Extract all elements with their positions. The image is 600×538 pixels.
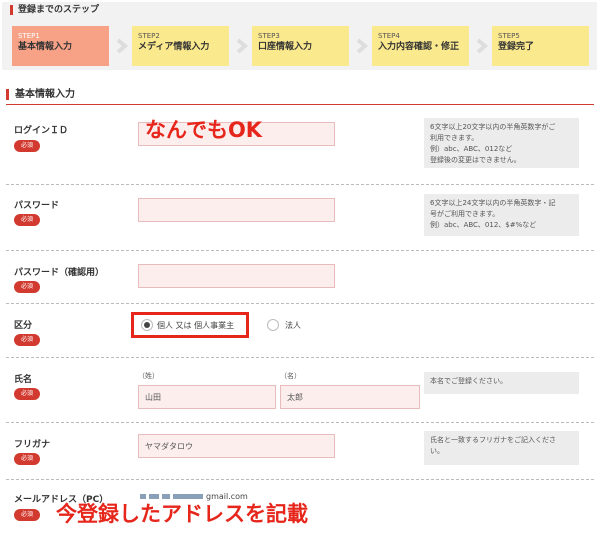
last-name-sublabel: （姓） xyxy=(138,372,159,380)
help-line: 例）abc、ABC、012、$#%など xyxy=(430,221,537,229)
required-badge: 必須 xyxy=(14,453,40,465)
password-label: パスワード xyxy=(14,201,60,211)
row-divider xyxy=(6,303,594,304)
required-badge: 必須 xyxy=(14,388,40,400)
steps-title: 登録までのステップ xyxy=(10,5,99,15)
section-divider xyxy=(6,104,594,105)
help-line: 登録後の変更はできません。 xyxy=(430,156,521,164)
password-input[interactable] xyxy=(138,198,335,222)
furigana-help: 氏名と一致するフリガナをご記入くださ い。 xyxy=(424,431,579,465)
required-badge: 必須 xyxy=(14,281,40,293)
name-label: 氏名 xyxy=(14,375,33,385)
password-help: 6文字以上24文字以内の半角英数字・記 号がご利用できます。 例）abc、ABC… xyxy=(424,194,579,236)
step-4-label: 入力内容確認・修正 xyxy=(378,42,460,52)
radio-corporation-label[interactable]: 法人 xyxy=(285,320,301,331)
step-2-num: STEP2 xyxy=(138,32,160,40)
row-divider xyxy=(6,422,594,423)
help-line: 利用できます。 xyxy=(430,134,479,142)
step-3: STEP3 口座情報入力 xyxy=(252,26,349,66)
last-name-input[interactable] xyxy=(138,385,276,409)
required-badge: 必須 xyxy=(14,214,40,226)
highlight-box xyxy=(131,312,249,338)
required-badge: 必須 xyxy=(14,509,40,521)
step-2: STEP2 メディア情報入力 xyxy=(132,26,229,66)
furigana-label: フリガナ xyxy=(14,440,51,450)
row-divider xyxy=(6,250,594,251)
step-1-label: 基本情報入力 xyxy=(18,42,73,52)
step-5-label: 登録完了 xyxy=(498,42,535,52)
step-1: STEP1 基本情報入力 xyxy=(12,26,109,66)
annotation-bottom: 今登録したアドレスを記載 xyxy=(56,502,308,526)
chevron-right-icon xyxy=(116,38,129,54)
required-badge: 必須 xyxy=(14,140,40,152)
help-line: い。 xyxy=(430,447,444,455)
annotation-top: なんでもOK xyxy=(145,118,263,142)
required-badge: 必須 xyxy=(14,334,40,346)
step-5-num: STEP5 xyxy=(498,32,520,40)
row-divider xyxy=(6,184,594,185)
row-divider xyxy=(6,357,594,358)
help-line: 6文字以上24文字以内の半角英数字・記 xyxy=(430,199,556,207)
section-title: 基本情報入力 xyxy=(6,89,75,100)
step-4: STEP4 入力内容確認・修正 xyxy=(372,26,469,66)
password-confirm-input[interactable] xyxy=(138,264,335,288)
row-divider xyxy=(6,479,594,480)
step-3-num: STEP3 xyxy=(258,32,280,40)
help-line: 例）abc、ABC、012など xyxy=(430,145,513,153)
chevron-right-icon xyxy=(356,38,369,54)
login-id-label: ログインＩＤ xyxy=(14,126,69,136)
step-1-num: STEP1 xyxy=(18,32,40,40)
furigana-input[interactable] xyxy=(138,434,335,458)
radio-corporation[interactable] xyxy=(267,319,279,331)
help-line: 6文字以上20文字以内の半角英数字がご xyxy=(430,123,556,131)
step-2-label: メディア情報入力 xyxy=(138,42,210,52)
name-help: 本名でご登録ください。 xyxy=(424,372,579,394)
division-label: 区分 xyxy=(14,321,33,331)
chevron-right-icon xyxy=(236,38,249,54)
first-name-sublabel: （名） xyxy=(280,372,301,380)
help-line: 氏名と一致するフリガナをご記入くださ xyxy=(430,436,556,444)
password-confirm-label: パスワード（確認用） xyxy=(14,268,105,278)
help-line: 本名でご登録ください。 xyxy=(430,377,507,385)
chevron-right-icon xyxy=(476,38,489,54)
help-line: 号がご利用できます。 xyxy=(430,210,500,218)
first-name-input[interactable] xyxy=(280,385,420,409)
step-5: STEP5 登録完了 xyxy=(492,26,589,66)
login-id-help: 6文字以上20文字以内の半角英数字がご 利用できます。 例）abc、ABC、01… xyxy=(424,118,579,168)
step-3-label: 口座情報入力 xyxy=(258,42,313,52)
step-4-num: STEP4 xyxy=(378,32,400,40)
